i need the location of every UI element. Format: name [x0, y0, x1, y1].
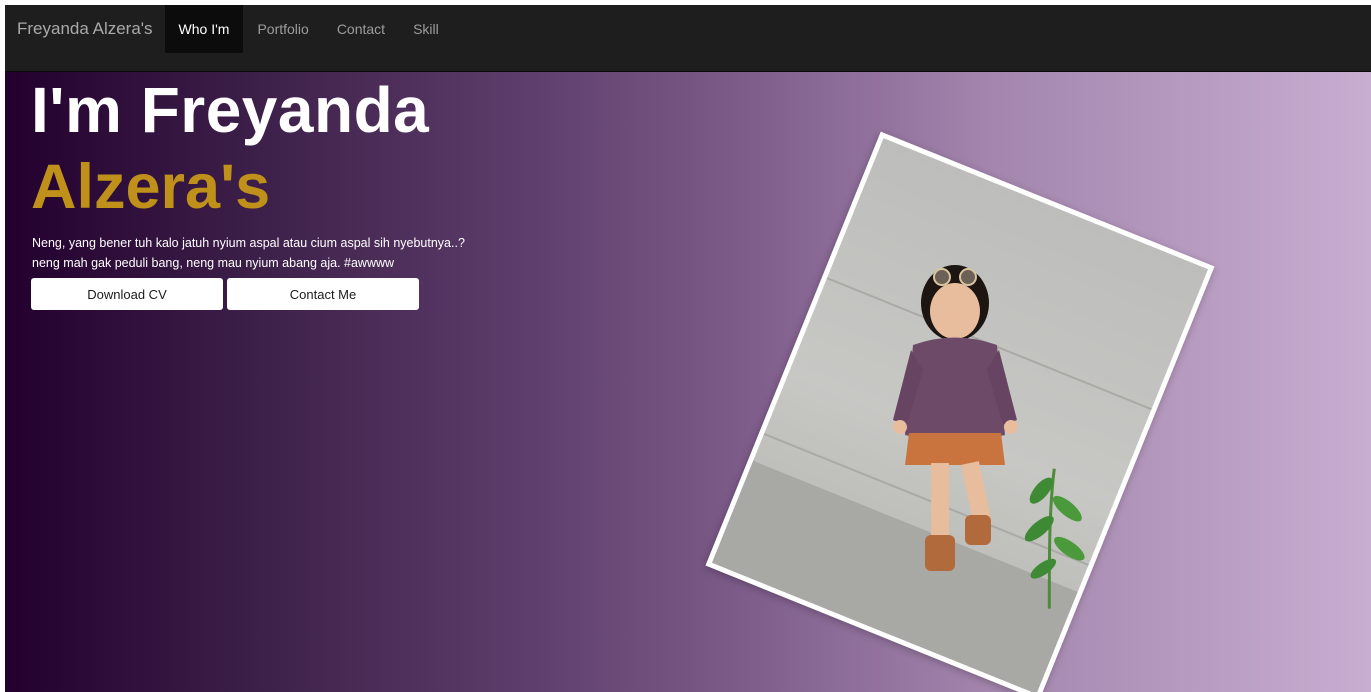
hero-section: I'm Freyanda Alzera's Neng, yang bener t… — [5, 72, 1371, 692]
hero-title-surname: Alzera's — [31, 152, 271, 222]
child-figure-illustration — [892, 265, 1085, 609]
profile-photo-frame — [705, 131, 1215, 692]
contact-me-button[interactable]: Contact Me — [227, 278, 419, 310]
nav-item-contact[interactable]: Contact — [323, 5, 399, 53]
nav-item-skill[interactable]: Skill — [399, 5, 453, 53]
hero-title-name: I'm Freyanda — [31, 74, 430, 146]
hero-description-line-1: Neng, yang bener tuh kalo jatuh nyium as… — [32, 236, 465, 250]
hero-description: Neng, yang bener tuh kalo jatuh nyium as… — [32, 233, 552, 273]
plant-leaves — [1024, 468, 1085, 609]
hero-description-line-2: neng mah gak peduli bang, neng mau nyium… — [32, 256, 395, 270]
nav-item-portfolio[interactable]: Portfolio — [243, 5, 322, 53]
nav-item-who-im[interactable]: Who I'm — [164, 5, 244, 53]
page-frame: Freyanda Alzera's Who I'm Portfolio Cont… — [5, 5, 1371, 692]
portrait-photo — [711, 138, 1209, 692]
brand-link[interactable]: Freyanda Alzera's — [5, 5, 165, 53]
download-cv-button[interactable]: Download CV — [31, 278, 223, 310]
top-navbar: Freyanda Alzera's Who I'm Portfolio Cont… — [5, 5, 1371, 72]
